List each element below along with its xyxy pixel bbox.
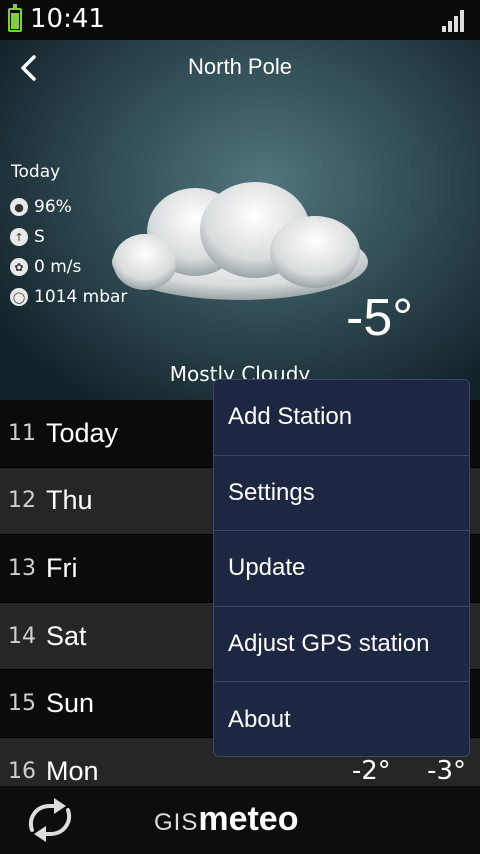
wind-direction-value: S	[34, 227, 45, 247]
day-number: 16	[8, 758, 36, 784]
options-menu: Add Station Settings Update Adjust GPS s…	[213, 379, 470, 757]
logo-meteo: meteo	[198, 800, 299, 838]
today-label: Today	[11, 162, 61, 182]
current-weather-panel: North Pole Today ● 96% ↑ S ✿ 0 m/s ◯ 101…	[0, 40, 480, 400]
day-high-temp: -2°	[351, 756, 391, 787]
day-number: 12	[8, 488, 36, 514]
logo-gis: GIS	[154, 809, 199, 836]
day-name: Today	[46, 417, 119, 448]
refresh-icon[interactable]	[22, 796, 78, 844]
humidity-value: 96%	[34, 197, 72, 217]
menu-item-about[interactable]: About	[214, 682, 469, 756]
wind-direction-icon: ↑	[10, 228, 28, 246]
wind-direction-row: ↑ S	[10, 227, 45, 247]
status-clock: 10:41	[30, 4, 105, 34]
menu-item-add-station[interactable]: Add Station	[214, 380, 469, 456]
day-number: 15	[8, 691, 36, 717]
wind-speed-value: 0 m/s	[34, 257, 82, 277]
day-low-temp: -3°	[427, 756, 466, 787]
menu-item-adjust-gps[interactable]: Adjust GPS station	[214, 607, 469, 683]
current-temperature: -5°	[346, 289, 414, 347]
battery-icon	[8, 4, 22, 32]
day-name: Thu	[46, 485, 93, 516]
day-name: Sun	[46, 688, 95, 719]
day-number: 11	[8, 420, 36, 446]
day-name: Fri	[46, 552, 78, 583]
wind-speed-row: ✿ 0 m/s	[10, 257, 81, 277]
gismeteo-logo: GISmeteo	[154, 800, 298, 839]
cloud-icon	[112, 182, 368, 300]
day-number: 13	[8, 555, 36, 581]
status-bar: 10:41	[0, 0, 480, 40]
day-name: Sat	[46, 620, 87, 651]
day-number: 14	[8, 623, 36, 649]
signal-icon	[442, 10, 466, 32]
city-title: North Pole	[188, 54, 292, 79]
menu-item-update[interactable]: Update	[214, 531, 469, 607]
droplet-icon: ●	[10, 198, 28, 216]
fan-icon: ✿	[10, 258, 28, 276]
humidity-row: ● 96%	[10, 197, 72, 217]
gauge-icon: ◯	[10, 288, 28, 306]
day-temperatures: -2° -3°	[324, 756, 466, 786]
day-name: Mon	[46, 755, 99, 786]
menu-item-settings[interactable]: Settings	[214, 456, 469, 532]
bottom-bar: GISmeteo	[0, 786, 480, 854]
